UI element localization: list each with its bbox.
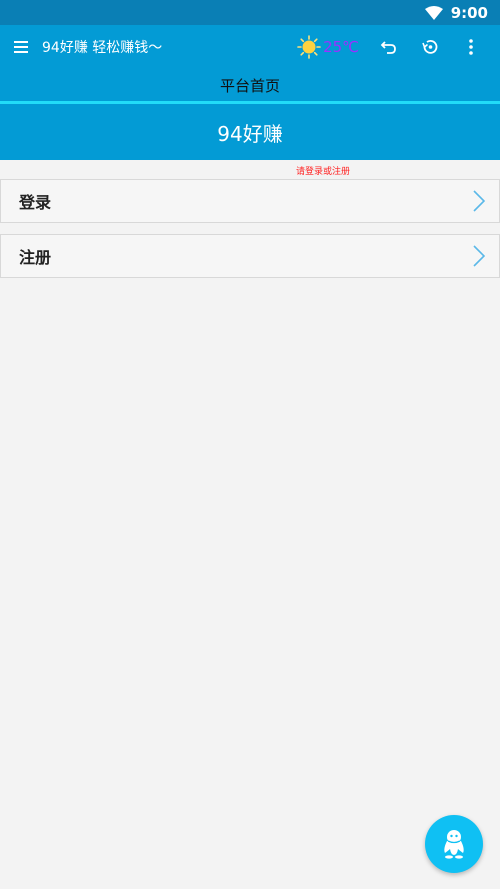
chevron-right-icon	[473, 245, 485, 267]
temperature-text: 25℃	[323, 38, 359, 56]
register-label: 注册	[19, 248, 52, 267]
page-title: 平台首页	[0, 69, 500, 101]
login-item[interactable]: 登录	[0, 179, 500, 223]
weather-widget[interactable]: 25℃	[297, 35, 359, 59]
more-options-button[interactable]	[459, 35, 483, 59]
status-bar: 9:00	[0, 0, 500, 25]
app-title: 94好赚 轻松赚钱～	[42, 40, 163, 56]
qq-contact-button[interactable]	[425, 815, 483, 873]
qq-penguin-icon	[444, 830, 464, 859]
app-bar: 94好赚 轻松赚钱～ 25℃	[0, 25, 500, 69]
login-label: 登录	[19, 193, 52, 212]
undo-icon	[380, 41, 396, 54]
history-button[interactable]	[418, 35, 442, 59]
sun-icon	[297, 35, 321, 59]
status-time: 9:00	[450, 3, 488, 22]
menu-icon	[14, 41, 28, 53]
history-icon	[422, 39, 438, 54]
register-item[interactable]: 注册	[0, 234, 500, 278]
undo-button[interactable]	[377, 35, 401, 59]
login-hint-text: 请登录或注册	[295, 167, 350, 177]
banner-title: 94好赚	[0, 104, 500, 160]
chevron-right-icon	[473, 190, 485, 212]
wifi-icon	[424, 5, 443, 20]
more-vert-icon	[469, 39, 473, 55]
menu-button[interactable]	[10, 35, 34, 59]
